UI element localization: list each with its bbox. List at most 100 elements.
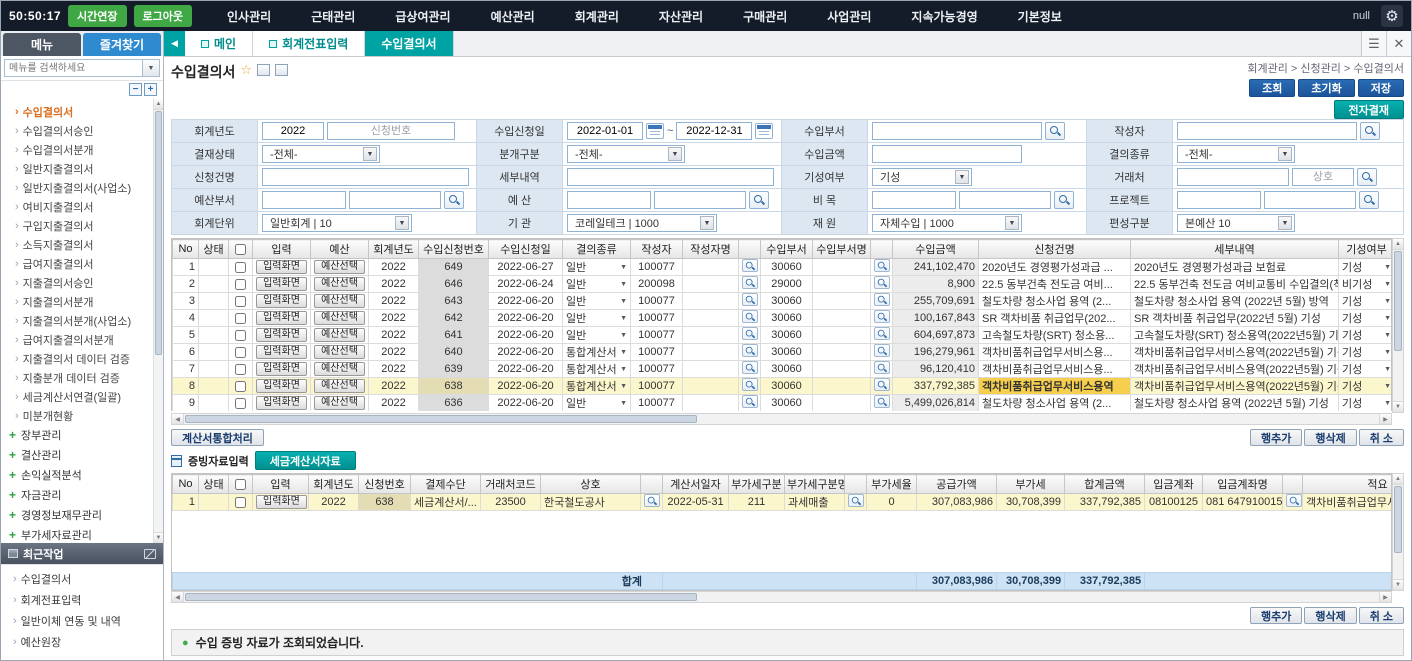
row-search-button[interactable]	[874, 361, 890, 374]
invoice-merge-button[interactable]: 계산서통합처리	[171, 429, 264, 446]
completion-cell-select[interactable]: 기성▼	[1342, 378, 1391, 394]
request-title-input[interactable]	[262, 168, 469, 186]
row-checkbox[interactable]	[235, 347, 246, 358]
grid-row[interactable]: 6입력화면예산선택20226402022-06-20통합계산서▼10007730…	[173, 344, 1393, 361]
select-all-checkbox[interactable]	[235, 479, 246, 490]
row-search-button[interactable]	[644, 494, 660, 507]
approval-status-select[interactable]: -전체-▼	[262, 145, 380, 163]
copy-screen-icon[interactable]	[257, 64, 270, 76]
row-search-button[interactable]	[742, 344, 758, 357]
nav-item[interactable]: 지속가능경영	[911, 8, 977, 25]
budget-select-button[interactable]: 예산선택	[314, 379, 365, 393]
logout-button[interactable]: 로그아웃	[134, 5, 192, 27]
sidebar-item[interactable]: ›지출결의서승인	[7, 273, 151, 292]
fiscal-year-input[interactable]	[262, 122, 324, 140]
row-search-button[interactable]	[742, 310, 758, 323]
sidebar-tab-favorites[interactable]: 즐겨찾기	[83, 33, 161, 56]
budget-select-button[interactable]: 예산선택	[314, 328, 365, 342]
grid1-vscrollbar[interactable]: ▲ ▼	[1392, 238, 1404, 413]
vendor-search-button[interactable]	[1357, 168, 1377, 186]
row-checkbox[interactable]	[235, 313, 246, 324]
row-checkbox[interactable]	[235, 279, 246, 290]
cancel-button[interactable]: 취 소	[1359, 429, 1404, 446]
input-screen-button[interactable]: 입력화면	[256, 328, 307, 342]
add-row-button[interactable]: 행추가	[1250, 429, 1302, 446]
input-screen-button[interactable]: 입력화면	[256, 379, 307, 393]
project-search-button[interactable]	[1359, 191, 1379, 209]
row-search-button[interactable]	[742, 327, 758, 340]
row-search-button[interactable]	[742, 395, 758, 408]
sidebar-item[interactable]: ›수입결의서분개	[7, 140, 151, 159]
journal-type-select[interactable]: -전체-▼	[567, 145, 685, 163]
completion-cell-select[interactable]: 기성▼	[1342, 344, 1391, 360]
scroll-left-icon[interactable]: ◀	[172, 592, 184, 602]
calendar-icon[interactable]	[646, 123, 664, 139]
budget-class-select[interactable]: 본예산 10▼	[1177, 214, 1295, 232]
grid-row[interactable]: 7입력화면예산선택20226392022-06-20통합계산서▼10007730…	[173, 361, 1393, 378]
collapse-all-button[interactable]: −	[129, 83, 142, 96]
vendor-name-input[interactable]	[1292, 168, 1354, 186]
sidebar-item[interactable]: ›지출분개 데이터 검증	[7, 368, 151, 387]
input-screen-button[interactable]: 입력화면	[256, 260, 307, 274]
scroll-up-icon[interactable]: ▲	[1393, 239, 1403, 250]
row-search-button[interactable]	[874, 378, 890, 391]
resolution-type-cell-select[interactable]: 일반▼	[566, 327, 627, 343]
resolution-type-cell-select[interactable]: 일반▼	[566, 259, 627, 275]
calendar-icon[interactable]	[755, 123, 773, 139]
row-search-button[interactable]	[742, 259, 758, 272]
sidebar-item[interactable]: ›수입결의서	[7, 102, 151, 121]
budget-dept-name-input[interactable]	[349, 191, 441, 209]
budget-select-button[interactable]: 예산선택	[314, 362, 365, 376]
sidebar-group[interactable]: +결산관리	[7, 445, 151, 465]
input-screen-button[interactable]: 입력화면	[256, 396, 307, 410]
grid2-vscrollbar[interactable]: ▲ ▼	[1392, 473, 1404, 591]
budget-select-button[interactable]: 예산선택	[314, 294, 365, 308]
resolution-type-select[interactable]: -전체-▼	[1177, 145, 1295, 163]
budget-search-button[interactable]	[749, 191, 769, 209]
scroll-thumb[interactable]	[185, 415, 697, 423]
row-search-button[interactable]	[874, 276, 890, 289]
cancel-button[interactable]: 취 소	[1359, 607, 1404, 624]
input-screen-button[interactable]: 입력화면	[256, 362, 307, 376]
new-window-icon[interactable]	[275, 64, 288, 76]
income-dept-search-button[interactable]	[1045, 122, 1065, 140]
settings-button[interactable]: ⚙	[1381, 5, 1403, 27]
grid-row[interactable]: 4입력화면예산선택20226422022-06-20일반▼10007730060…	[173, 310, 1393, 327]
sidebar-item[interactable]: ›세금계산서연결(일괄)	[7, 387, 151, 406]
completion-cell-select[interactable]: 기성▼	[1342, 259, 1391, 275]
extend-time-button[interactable]: 시간연장	[68, 5, 126, 27]
delete-row-button[interactable]: 행삭제	[1304, 429, 1356, 446]
scroll-right-icon[interactable]: ▶	[1379, 592, 1391, 602]
sidebar-item[interactable]: ›일반지출결의서(사업소)	[7, 178, 151, 197]
expand-all-button[interactable]: +	[144, 83, 157, 96]
reset-button[interactable]: 초기화	[1298, 79, 1354, 97]
search-button[interactable]: 조회	[1249, 79, 1295, 97]
budget-select-button[interactable]: 예산선택	[314, 396, 365, 410]
grid2-hscrollbar[interactable]: ◀ ▶	[171, 591, 1392, 603]
nav-item[interactable]: 근태관리	[311, 8, 355, 25]
sidebar-group[interactable]: +자금관리	[7, 485, 151, 505]
grid-row[interactable]: 2입력화면예산선택20226462022-06-24일반▼20009829000…	[173, 276, 1393, 293]
grid-row[interactable]: 9입력화면예산선택20226362022-06-20일반▼10007730060…	[173, 395, 1393, 412]
row-checkbox[interactable]	[235, 398, 246, 409]
completion-cell-select[interactable]: 기성▼	[1342, 327, 1391, 343]
scroll-up-icon[interactable]: ▲	[1393, 474, 1403, 485]
sidebar-item[interactable]: ›미분개현황	[7, 406, 151, 425]
recent-item[interactable]: ›수입결의서	[5, 568, 159, 589]
sidebar-item[interactable]: ›일반지출결의서	[7, 159, 151, 178]
row-search-button[interactable]	[742, 361, 758, 374]
row-checkbox[interactable]	[235, 497, 246, 508]
window-list-button[interactable]: ☰	[1361, 31, 1386, 56]
close-tab-button[interactable]: ✕	[1386, 31, 1411, 56]
nav-item[interactable]: 구매관리	[743, 8, 787, 25]
row-search-button[interactable]	[848, 494, 864, 507]
completion-cell-select[interactable]: 기성▼	[1342, 310, 1391, 326]
row-search-button[interactable]	[874, 327, 890, 340]
row-checkbox[interactable]	[235, 364, 246, 375]
expense-item-name-input[interactable]	[959, 191, 1051, 209]
nav-item[interactable]: 기본정보	[1018, 8, 1062, 25]
sidebar-scrollbar[interactable]: ▲ ▼	[153, 99, 163, 543]
fund-source-select[interactable]: 자체수입 | 1000▼	[872, 214, 1022, 232]
completion-select[interactable]: 기성▼	[872, 168, 972, 186]
project-name-input[interactable]	[1264, 191, 1356, 209]
